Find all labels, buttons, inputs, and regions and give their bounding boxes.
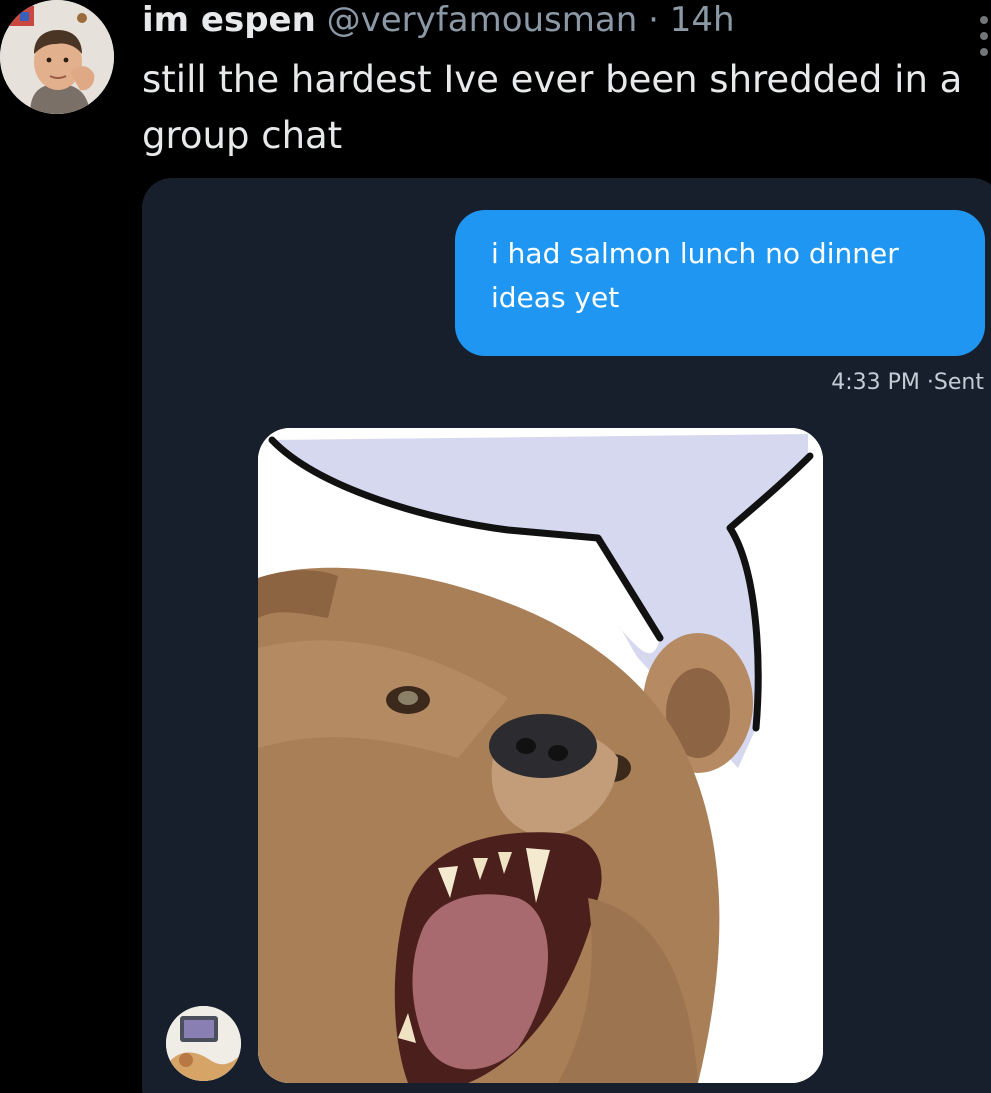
- message-meta: 4:33 PM ·Sent: [831, 368, 984, 398]
- author-handle[interactable]: @veryfamousman: [327, 0, 638, 40]
- message-status: Sent: [933, 370, 984, 395]
- author-name[interactable]: im espen: [142, 0, 316, 40]
- message-time: 4:33 PM: [831, 370, 920, 395]
- header-separator: ·: [648, 0, 659, 40]
- bear-meme-image[interactable]: [258, 428, 823, 1083]
- sender-avatar[interactable]: [166, 1006, 241, 1081]
- bear-picture: [258, 428, 823, 1083]
- tweet-text: still the hardest Ive ever been shredded…: [142, 58, 963, 157]
- tweet-age[interactable]: 14h: [670, 0, 735, 40]
- author-photo: [0, 0, 114, 114]
- sent-message-bubble: i had salmon lunch no dinner ideas yet: [455, 210, 985, 356]
- sent-message-text: i had salmon lunch no dinner ideas yet: [491, 237, 899, 314]
- chat-screenshot[interactable]: i had salmon lunch no dinner ideas yet 4…: [142, 178, 991, 1093]
- tweet-header: im espen @veryfamousman · 14h: [142, 0, 735, 40]
- author-avatar[interactable]: [0, 0, 114, 114]
- sender-photo: [166, 1006, 241, 1081]
- meta-separator: ·: [926, 370, 934, 395]
- tweet-screenshot: im espen @veryfamousman · 14h still the …: [0, 0, 991, 1093]
